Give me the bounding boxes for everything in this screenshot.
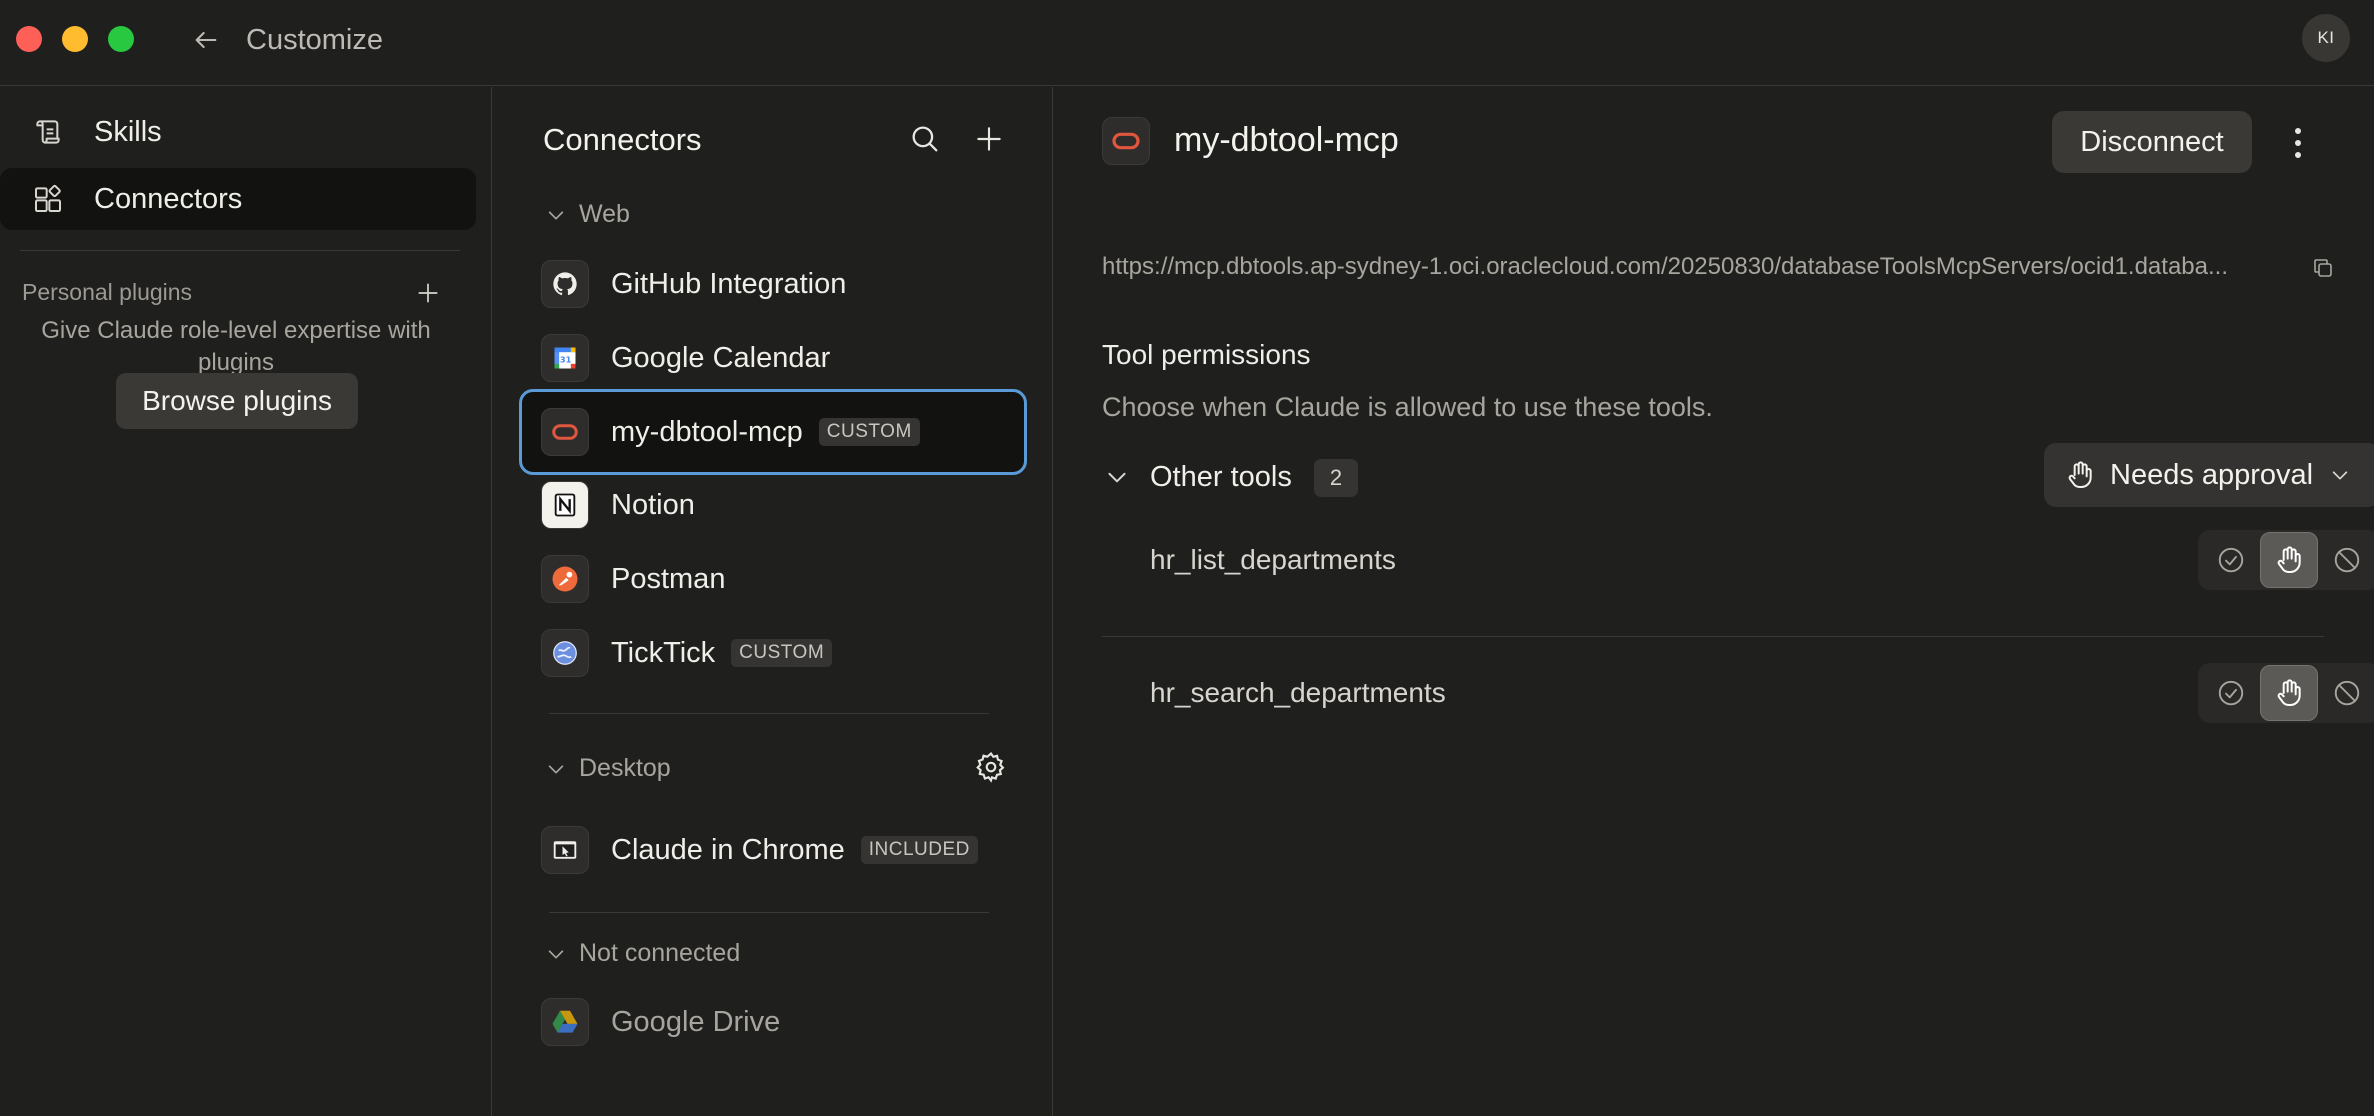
section-divider xyxy=(549,912,989,913)
connector-name: my-dbtool-mcp xyxy=(611,415,803,448)
connector-postman[interactable]: Postman xyxy=(519,546,1019,612)
github-icon xyxy=(541,260,589,308)
sidebar-navigation: Skills Connectors Personal plugins Give … xyxy=(0,87,492,1116)
connectors-grid-icon xyxy=(30,181,66,217)
tool-divider xyxy=(1102,636,2324,637)
custom-badge: CUSTOM xyxy=(818,418,920,446)
scroll-icon xyxy=(30,114,66,150)
sidebar-divider xyxy=(20,250,460,251)
always-allow-icon[interactable] xyxy=(2202,665,2260,721)
tool-group-label: Other tools xyxy=(1150,461,1292,493)
oracle-icon xyxy=(1102,117,1150,165)
chevron-down-icon xyxy=(543,202,569,228)
connector-name: GitHub Integration xyxy=(611,267,847,300)
title-bar: Customize KI xyxy=(0,0,2374,86)
connector-name: Claude in Chrome xyxy=(611,833,845,866)
tool-name: hr_list_departments xyxy=(1150,544,1396,575)
connector-google-drive[interactable]: Google Drive xyxy=(519,989,1019,1055)
chevron-down-icon xyxy=(543,756,569,782)
connector-name: Postman xyxy=(611,562,726,595)
connectors-title: Connectors xyxy=(543,122,702,157)
tool-row-hr-list-departments: hr_list_departments xyxy=(1102,530,2374,590)
gear-icon[interactable] xyxy=(971,747,1011,787)
sidebar-item-connectors[interactable]: Connectors xyxy=(0,168,476,230)
connector-url: https://mcp.dbtools.ap-sydney-1.oci.orac… xyxy=(1102,253,2228,280)
section-divider xyxy=(549,713,989,714)
needs-approval-hand-icon[interactable] xyxy=(2260,532,2318,588)
sidebar-item-skills[interactable]: Skills xyxy=(0,101,476,163)
tool-count-badge: 2 xyxy=(1314,459,1358,497)
connector-notion[interactable]: Notion xyxy=(519,472,1019,538)
permission-segmented-control xyxy=(2198,663,2374,723)
connector-name: Google Calendar xyxy=(611,341,831,374)
block-icon[interactable] xyxy=(2318,665,2374,721)
block-icon[interactable] xyxy=(2318,532,2374,588)
connector-detail-panel: my-dbtool-mcp Disconnect https://mcp.dbt… xyxy=(1054,87,2374,1116)
chevron-down-icon xyxy=(2327,462,2353,488)
section-desktop-header[interactable]: Desktop xyxy=(543,754,671,783)
minimize-window-button[interactable] xyxy=(62,26,88,52)
included-badge: INCLUDED xyxy=(860,836,978,864)
zoom-window-button[interactable] xyxy=(108,26,134,52)
chevron-down-icon[interactable] xyxy=(1102,462,1132,492)
back-arrow-icon[interactable] xyxy=(186,20,226,60)
postman-icon xyxy=(541,555,589,603)
close-window-button[interactable] xyxy=(16,26,42,52)
connector-detail-title: my-dbtool-mcp xyxy=(1174,121,1399,159)
tool-group-other-tools: Other tools 2 Needs approval xyxy=(1102,443,2374,507)
section-web-header[interactable]: Web xyxy=(543,200,630,229)
tool-name: hr_search_departments xyxy=(1150,677,1446,708)
google-calendar-icon: 31 xyxy=(541,334,589,382)
needs-approval-hand-icon[interactable] xyxy=(2260,665,2318,721)
more-options-icon[interactable] xyxy=(2278,121,2318,165)
hand-icon xyxy=(2062,457,2098,493)
connectors-panel: Connectors Web GitHub Integration 31 Goo… xyxy=(493,87,1053,1116)
tool-permissions-title: Tool permissions xyxy=(1102,339,1311,370)
browser-cursor-icon xyxy=(541,826,589,874)
personal-plugins-label: Personal plugins xyxy=(22,279,193,305)
permission-segmented-control xyxy=(2198,530,2374,590)
disconnect-button[interactable]: Disconnect xyxy=(2052,111,2252,173)
custom-badge: CUSTOM xyxy=(731,639,833,667)
always-allow-icon[interactable] xyxy=(2202,532,2260,588)
connector-my-dbtool-mcp[interactable]: my-dbtool-mcp CUSTOM xyxy=(519,389,1027,475)
window-title: Customize xyxy=(246,24,383,56)
tool-permissions-description: Choose when Claude is allowed to use the… xyxy=(1102,392,1713,422)
connector-name: Notion xyxy=(611,488,695,521)
add-personal-plugin-icon[interactable] xyxy=(410,275,446,311)
section-not-connected-header[interactable]: Not connected xyxy=(543,939,740,968)
chevron-down-icon xyxy=(543,941,569,967)
globe-icon xyxy=(541,629,589,677)
needs-approval-dropdown[interactable]: Needs approval xyxy=(2044,443,2374,507)
browse-plugins-button[interactable]: Browse plugins xyxy=(116,373,358,429)
connector-claude-in-chrome[interactable]: Claude in Chrome INCLUDED xyxy=(519,817,1019,883)
connector-github-integration[interactable]: GitHub Integration xyxy=(519,251,1019,317)
add-connector-icon[interactable] xyxy=(969,119,1009,159)
connector-google-calendar[interactable]: 31 Google Calendar xyxy=(519,325,1019,391)
notion-icon xyxy=(541,481,589,529)
plugins-description: Give Claude role-level expertise with pl… xyxy=(41,317,431,376)
search-icon[interactable] xyxy=(905,119,945,159)
avatar[interactable]: KI xyxy=(2302,14,2350,62)
google-drive-icon xyxy=(541,998,589,1046)
sidebar-item-label: Connectors xyxy=(94,182,243,215)
connector-ticktick[interactable]: TickTick CUSTOM xyxy=(519,620,1019,686)
copy-icon[interactable] xyxy=(2308,253,2338,283)
connector-name: Google Drive xyxy=(611,1005,781,1038)
oracle-icon xyxy=(541,408,589,456)
connector-name: TickTick xyxy=(611,636,716,669)
svg-text:31: 31 xyxy=(560,355,572,365)
sidebar-item-label: Skills xyxy=(94,115,162,148)
tool-row-hr-search-departments: hr_search_departments xyxy=(1102,663,2374,723)
